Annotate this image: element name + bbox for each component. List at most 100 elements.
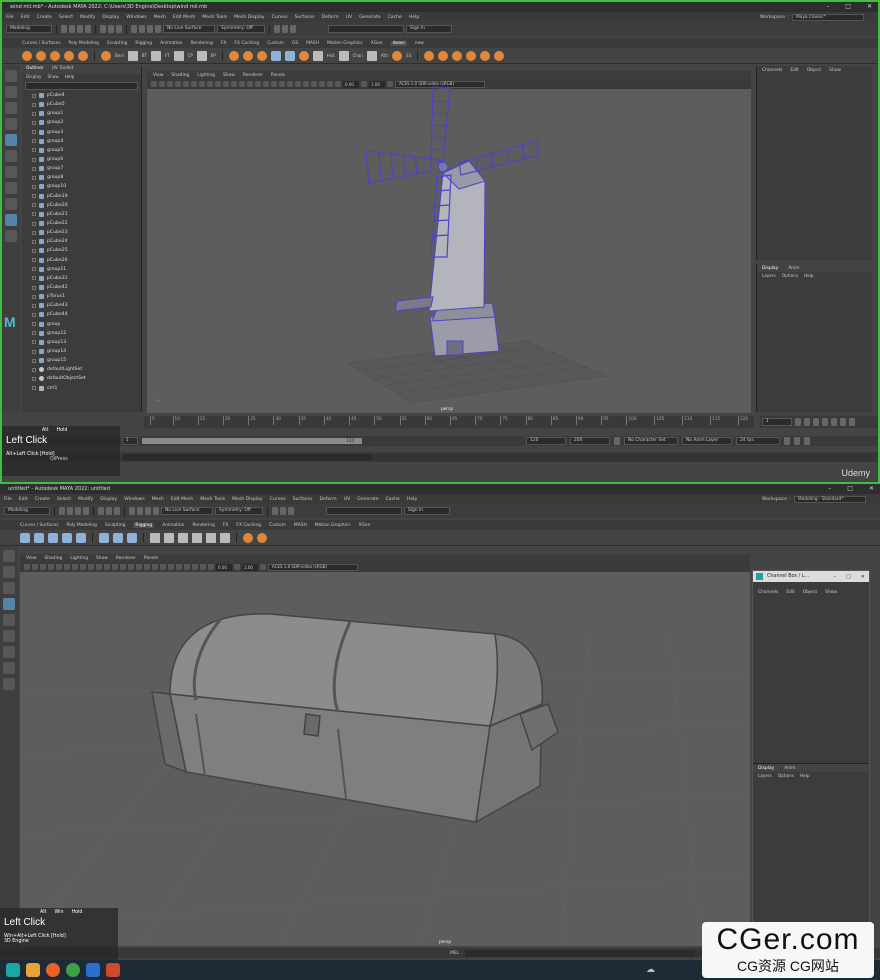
shelf-tab-fx[interactable]: FX [223,523,229,528]
help-menu[interactable]: Help [800,773,810,778]
range-slider[interactable]: 120 [142,438,362,444]
shelf-tab-sculpting[interactable]: Sculpting [107,41,128,46]
menu-mesh[interactable]: Mesh [154,15,166,20]
snap-curve-icon[interactable] [139,25,145,33]
redo-icon[interactable] [85,25,91,33]
menu-cache[interactable]: Cache [386,497,400,502]
outliner-item[interactable]: pCube44 [32,310,141,319]
command-input[interactable] [465,949,696,957]
shelf-tab-animation[interactable]: Animation [160,41,182,46]
outliner-menu-show[interactable]: Show [47,74,58,81]
expand-icon[interactable] [32,203,36,208]
menu-windows[interactable]: Windows [126,15,147,20]
channel-menu-edit[interactable]: Edit [790,68,799,73]
shelf-tab-poly-modeling[interactable]: Poly Modeling [69,41,99,46]
menu-select[interactable]: Select [59,15,73,20]
expand-icon[interactable] [32,111,36,116]
menu-help[interactable]: Help [407,497,417,502]
minimize-button[interactable]: – [828,485,831,492]
ft-icon[interactable] [150,50,161,61]
blend-shape-icon[interactable] [178,532,188,543]
outliner-item[interactable]: pCube22 [32,219,141,228]
shelf-tab-mash[interactable]: MASH [306,41,319,46]
skype-icon[interactable] [86,963,100,977]
maya-taskbar-icon[interactable] [6,963,20,977]
float-minimize-button[interactable]: – [834,574,837,580]
layers-menu[interactable]: Layers [758,773,772,778]
expand-icon[interactable] [32,239,36,244]
viewport-chest[interactable]: View Shading Lighting Show Renderer Panels 0.… [20,554,750,946]
range-start-field[interactable]: 1 [122,437,138,445]
ik-spline-icon[interactable] [48,532,58,543]
shelf-tab-rendering[interactable]: Rendering [190,41,212,46]
channel-icon[interactable] [338,50,349,61]
ipr-icon[interactable] [282,25,288,33]
tab-outliner[interactable]: Outliner [26,66,44,74]
mirror-icon[interactable] [256,50,267,61]
expand-icon[interactable] [32,367,36,372]
point-constraint-icon[interactable] [192,532,202,543]
loop-icon[interactable] [784,437,790,445]
symmetry-dropdown[interactable]: Symmetry: Off [217,25,265,33]
expand-icon[interactable] [32,102,36,107]
outliner-item[interactable]: pCube26 [32,256,141,265]
menu-create[interactable]: Create [37,15,52,20]
menu-deform[interactable]: Deform [322,15,339,20]
paint-weights-icon[interactable] [113,532,123,543]
channel-menu-channels[interactable]: Channels [758,590,778,595]
menu-mesh-display[interactable]: Mesh Display [234,15,265,20]
channel-menu-object[interactable]: Object [807,68,821,73]
shelf-tab-fx-caching[interactable]: FX Caching [234,41,259,46]
sign-in-dropdown[interactable]: Sign In [404,507,450,515]
outliner-item[interactable]: group10 [32,182,141,191]
live-surface-field[interactable]: No Live Surface [161,507,213,515]
rotate-tool-icon[interactable] [3,614,15,626]
outliner-item[interactable]: pCube20 [32,201,141,210]
snap-point-icon[interactable] [145,507,151,515]
float-close-button[interactable]: ✕ [861,574,865,580]
redo-icon[interactable] [83,507,89,515]
weather-icon[interactable]: ☁ [646,965,655,975]
outliner-search-input[interactable] [25,82,138,90]
separate-icon[interactable] [242,50,253,61]
snap-surface-icon[interactable] [153,507,159,515]
menu-help[interactable]: Help [409,15,419,20]
folder-icon[interactable] [61,25,67,33]
ep-icon[interactable] [196,50,207,61]
menu-edit-mesh[interactable]: Edit Mesh [173,15,195,20]
shelf-tab-custom[interactable]: Custom [269,523,286,528]
move-tool-icon[interactable] [3,598,15,610]
expand-icon[interactable] [32,120,36,125]
channel-menu-edit[interactable]: Edit [786,590,795,595]
aim-constraint-icon[interactable] [206,532,216,543]
select-tool-icon[interactable] [3,550,15,562]
select-component-icon[interactable] [116,25,122,33]
snap-curve-icon[interactable] [137,507,143,515]
folder-icon[interactable] [59,507,65,515]
menu-edit-mesh[interactable]: Edit Mesh [171,497,193,502]
center-pivot-icon[interactable] [424,50,435,61]
freeze-icon[interactable] [438,50,449,61]
select-hierarchy-icon[interactable] [98,507,104,515]
layout-four-icon[interactable] [5,198,17,210]
step-forward-icon[interactable] [840,418,846,426]
shelf-tab-xgen[interactable]: XGen [358,523,370,528]
poly-cube-icon[interactable] [22,50,32,61]
shelf-tab-fx[interactable]: FX [221,41,227,46]
render-settings-icon[interactable] [290,25,296,33]
tab-anim-layers[interactable]: Anim [788,266,799,271]
step-back-icon[interactable] [813,418,819,426]
outliner-item[interactable]: group14 [32,347,141,356]
bt-icon[interactable] [127,50,138,61]
expand-icon[interactable] [32,166,36,171]
playback-end-field[interactable]: 120 [526,437,566,445]
expand-icon[interactable] [32,212,36,217]
menu-mesh-display[interactable]: Mesh Display [232,497,263,502]
file-explorer-icon[interactable] [26,963,40,977]
play-icon[interactable] [831,418,837,426]
sound-icon[interactable] [794,437,800,445]
shelf-tab-gs[interactable]: GS [292,41,298,46]
wrap-icon[interactable] [164,532,174,543]
quick-rig-icon[interactable] [76,532,86,543]
channel-menu-channels[interactable]: Channels [762,68,782,73]
